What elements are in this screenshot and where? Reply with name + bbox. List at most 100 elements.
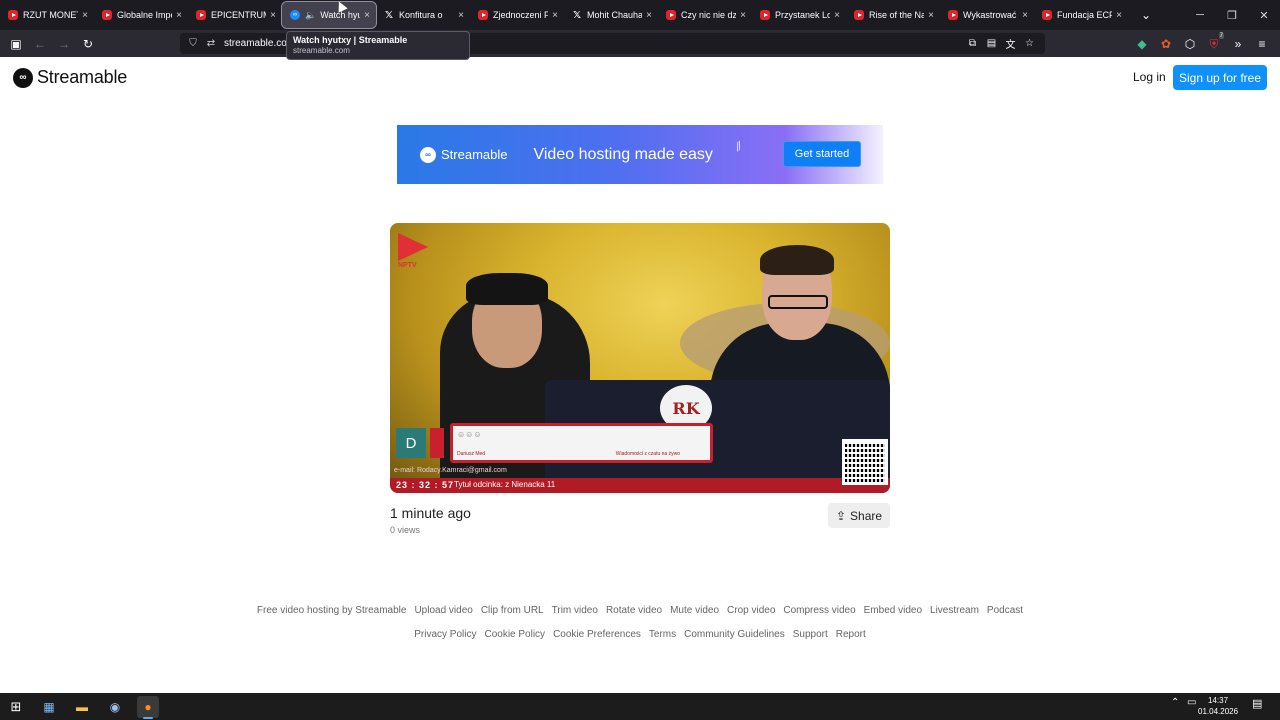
minimize-icon[interactable]: ─ (1184, 9, 1216, 21)
list-all-tabs-icon[interactable]: ⌄ (1134, 3, 1158, 27)
restore-icon[interactable]: ❐ (1216, 9, 1248, 22)
footer-link[interactable]: Cookie Preferences (553, 629, 641, 640)
back-icon[interactable]: ← (28, 32, 52, 56)
vpn-extension-icon[interactable]: ◆ (1130, 32, 1154, 56)
tab-title: Konfitura o (399, 10, 443, 20)
footer-link[interactable]: Terms (649, 629, 676, 640)
tab-title: Zjednoczeni Pra (493, 10, 549, 20)
footer-link[interactable]: Compress video (783, 605, 855, 616)
reader-view-icon[interactable]: ▤ (982, 35, 1001, 52)
close-window-icon[interactable]: ✕ (1248, 9, 1280, 22)
tab-close-icon[interactable]: × (834, 10, 840, 21)
ublock-icon[interactable]: ⛨ 7 (1202, 32, 1226, 56)
get-started-button[interactable]: Get started (783, 141, 861, 167)
tab-close-icon[interactable]: × (270, 10, 276, 21)
footer-links-legal: Privacy Policy Cookie Policy Cookie Prefer… (0, 629, 1280, 640)
signup-button[interactable]: Sign up for free (1173, 65, 1267, 90)
tab-close-icon[interactable]: × (458, 10, 464, 21)
tab-title: EPICENTRUM PI (211, 10, 267, 20)
browser-tab[interactable]: ∞ 🔈 Watch hyu × (281, 1, 377, 29)
overlay-clock: 23 : 32 : 57 (396, 480, 455, 490)
footer-link[interactable]: Trim video (552, 605, 598, 616)
tab-close-icon[interactable]: × (1116, 10, 1122, 21)
tray-chevron-icon[interactable]: ⌃ (1171, 697, 1179, 708)
footer-link[interactable]: Cookie Policy (484, 629, 545, 640)
youtube-icon (854, 10, 864, 20)
share-icon: ⇪ (835, 508, 847, 523)
footer-link[interactable]: Support (793, 629, 828, 640)
bookmark-star-icon[interactable]: ☆ (1020, 35, 1039, 52)
notifications-icon[interactable]: ▤ (1252, 697, 1262, 710)
tab-close-icon[interactable]: × (740, 10, 746, 21)
browser-tab[interactable]: Przystanek Lom× (752, 2, 846, 28)
footer-link[interactable]: Clip from URL (481, 605, 544, 616)
footer-link[interactable]: Embed video (864, 605, 922, 616)
banner-logo-icon: ∞ (420, 146, 436, 163)
banner-brand: Streamable (441, 147, 508, 162)
browser-tab[interactable]: 𝕏 Mohit Chauhan × (564, 2, 658, 28)
browser-tab[interactable]: Rise of the Nazi× (846, 2, 940, 28)
tab-tooltip: Watch hyutxy | Streamable streamable.com (286, 31, 470, 60)
upload-time: 1 minute ago (390, 505, 471, 521)
share-button[interactable]: ⇪ Share (828, 503, 890, 528)
toolbar-right: ◆ ✿ ⬡ ⛨ 7 » ≡ (1130, 32, 1274, 56)
footer-link[interactable]: Mute video (670, 605, 719, 616)
forward-icon[interactable]: → (52, 32, 76, 56)
video-player[interactable]: RK NPTV D ☺☺☺ Dariusz Med Wiadomości z c… (390, 223, 890, 493)
footer-link[interactable]: Free video hosting by Streamable (257, 605, 407, 616)
footer-link[interactable]: Rotate video (606, 605, 662, 616)
tab-close-icon[interactable]: × (928, 10, 934, 21)
overlay-episode-title: Tytuł odcinka: z Nienacka 11 (454, 480, 556, 489)
translate-icon[interactable]: 文 (1001, 35, 1020, 52)
browser-tab[interactable]: Globalne Imperi × (94, 2, 188, 28)
remote-desktop-icon[interactable]: ▦ (38, 696, 60, 718)
active-app-indicator (143, 717, 153, 719)
sidebar-icon[interactable]: ▣ (4, 32, 28, 56)
footer-link[interactable]: Report (836, 629, 866, 640)
tab-close-icon[interactable]: × (82, 10, 88, 21)
footer-link[interactable]: Privacy Policy (414, 629, 476, 640)
footer-link[interactable]: Livestream (930, 605, 979, 616)
file-explorer-icon[interactable]: ▬ (71, 696, 93, 718)
x-icon: 𝕏 (572, 9, 582, 21)
browser-tab[interactable]: EPICENTRUM PI× (188, 2, 282, 28)
reload-icon[interactable]: ↻ (76, 32, 100, 56)
channel-logo: NPTV (398, 233, 432, 269)
extension-icon[interactable]: ✿ (1154, 32, 1178, 56)
permissions-icon[interactable]: ⇄ (202, 38, 220, 49)
tab-close-icon[interactable]: × (1022, 10, 1028, 21)
login-link[interactable]: Log in (1133, 70, 1166, 84)
overflow-chevron-icon[interactable]: » (1226, 32, 1250, 56)
browser-tab[interactable]: Fundacja ECPU× (1034, 2, 1128, 28)
browser-tab[interactable]: Zjednoczeni Pra× (470, 2, 564, 28)
overlay-letter: D (396, 428, 426, 458)
tab-close-icon[interactable]: × (646, 10, 652, 21)
speaker-icon[interactable]: 🔈 (305, 10, 316, 21)
tab-close-icon[interactable]: × (552, 10, 558, 21)
browser-tab[interactable]: RZUT MONETĄ × (0, 2, 94, 28)
shield-icon[interactable]: ⛉ (184, 38, 202, 49)
browser-tab[interactable]: Wykastrować b × (940, 2, 1034, 28)
system-clock[interactable]: 14:37 01.04.2026 (1198, 695, 1238, 717)
browser-tab[interactable]: 𝕏 Konfitura o × (376, 2, 470, 28)
browser-tab[interactable]: Czy nic nie dzieje× (658, 2, 752, 28)
picture-in-picture-icon[interactable]: ⧉ (963, 35, 982, 52)
url-text[interactable]: streamable.com (224, 38, 295, 49)
extensions-puzzle-icon[interactable]: ⬡ (1178, 32, 1202, 56)
footer-link[interactable]: Community Guidelines (684, 629, 785, 640)
tab-title: Czy nic nie dzieje (681, 10, 737, 20)
footer-link[interactable]: Upload video (414, 605, 472, 616)
steam-icon[interactable]: ◉ (104, 696, 126, 718)
tab-title: Mohit Chauhan (587, 10, 643, 20)
streamable-icon: ∞ (290, 10, 300, 20)
tab-close-icon[interactable]: × (364, 10, 370, 21)
windows-start-icon[interactable]: ⊞ (5, 696, 27, 718)
network-icon[interactable]: ▭ (1187, 697, 1196, 708)
footer-link[interactable]: Podcast (987, 605, 1023, 616)
youtube-icon (8, 10, 18, 20)
firefox-icon[interactable]: ● (137, 696, 159, 718)
menu-hamburger-icon[interactable]: ≡ (1250, 32, 1274, 56)
footer-link[interactable]: Crop video (727, 605, 775, 616)
site-logo[interactable]: ∞ Streamable (13, 67, 127, 88)
tab-close-icon[interactable]: × (176, 10, 182, 21)
